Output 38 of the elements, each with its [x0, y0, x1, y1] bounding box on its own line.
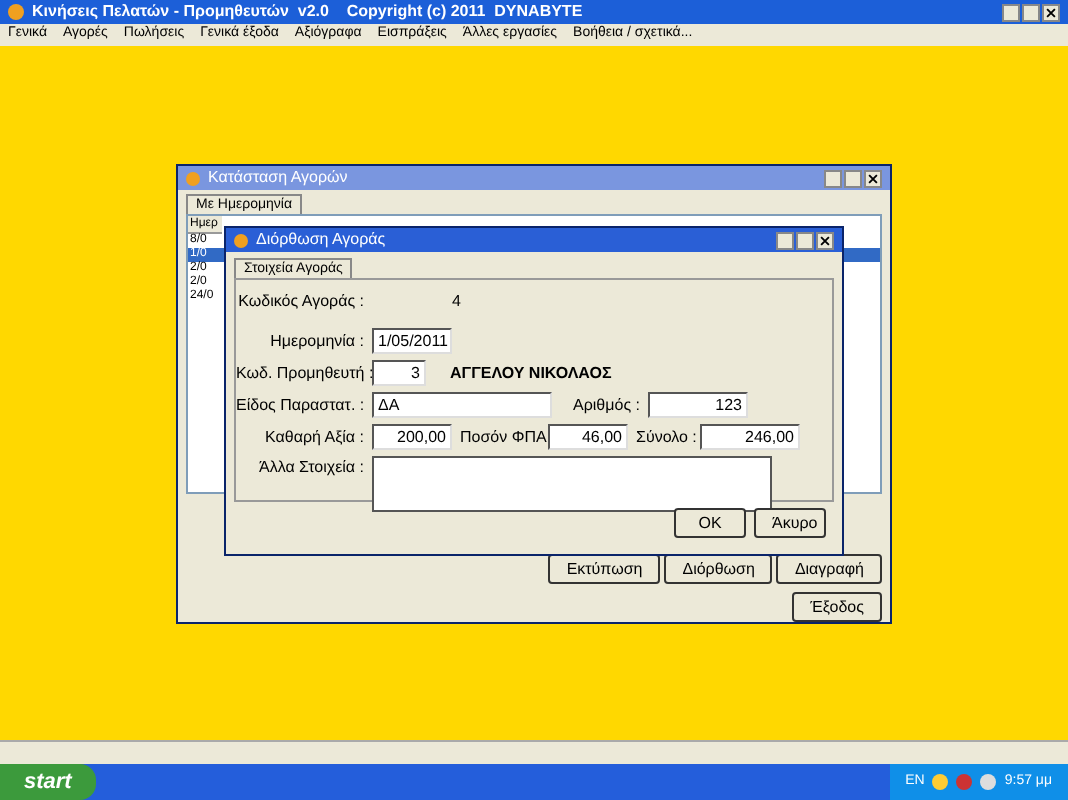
window-title: Κινήσεις Πελατών - Προμηθευτών v2.0 Copyright (c) 2011 DYNABYTE [32, 0, 585, 24]
vat-field[interactable]: 46,00 [548, 424, 628, 450]
dialog-button[interactable]: Έξοδος [792, 592, 882, 622]
number-field[interactable]: 123 [648, 392, 748, 418]
supplier-code-field[interactable]: 3 [372, 360, 426, 386]
app-icon [8, 4, 24, 20]
window-title: Κατάσταση Αγορών [208, 166, 350, 191]
net-value-field[interactable]: 200,00 [372, 424, 452, 450]
dialog-button[interactable]: OK [674, 508, 746, 538]
close-icon[interactable] [816, 231, 834, 249]
field-label: Αριθμός : [571, 393, 640, 417]
field-label: Είδος Παραστατ. : [236, 393, 364, 417]
close-icon[interactable] [1042, 3, 1060, 21]
app-icon [186, 171, 200, 186]
window-title: Διόρθωση Αγοράς [256, 228, 388, 252]
supplier-name: ΑΓΓΕΛΟΥ ΝΙΚΟΛΑΟΣ [450, 361, 612, 385]
maximize-icon[interactable] [796, 231, 814, 249]
dialog-button[interactable]: Εκτύπωση [548, 554, 661, 584]
maximize-icon[interactable] [1022, 3, 1040, 21]
close-icon[interactable] [864, 169, 882, 188]
field-label: Άλλα Στοιχεία : [256, 456, 364, 480]
date-field[interactable]: 1/05/2011 [372, 328, 452, 354]
doc-type-field[interactable]: ΔΑ [372, 392, 552, 418]
code-value: 4 [452, 290, 461, 314]
minimize-icon[interactable] [1002, 3, 1020, 21]
dialog-button[interactable]: Διόρθωση [664, 554, 773, 584]
field-label: Ημερομηνία : [268, 329, 364, 353]
minimize-icon[interactable] [776, 231, 794, 249]
notes-field[interactable] [372, 456, 772, 512]
minimize-icon[interactable] [824, 169, 842, 188]
dialog-button[interactable]: Διαγραφή [776, 554, 882, 584]
total-field[interactable]: 246,00 [700, 424, 800, 450]
field-label: Κωδικός Αγοράς : [236, 290, 364, 314]
start-button[interactable]: start [0, 764, 96, 800]
field-label: Καθαρή Αξία : [263, 425, 364, 449]
field-label: Σύνολο : [636, 425, 692, 449]
dialog-button[interactable]: Άκυρο [754, 508, 826, 538]
app-icon [234, 233, 248, 247]
